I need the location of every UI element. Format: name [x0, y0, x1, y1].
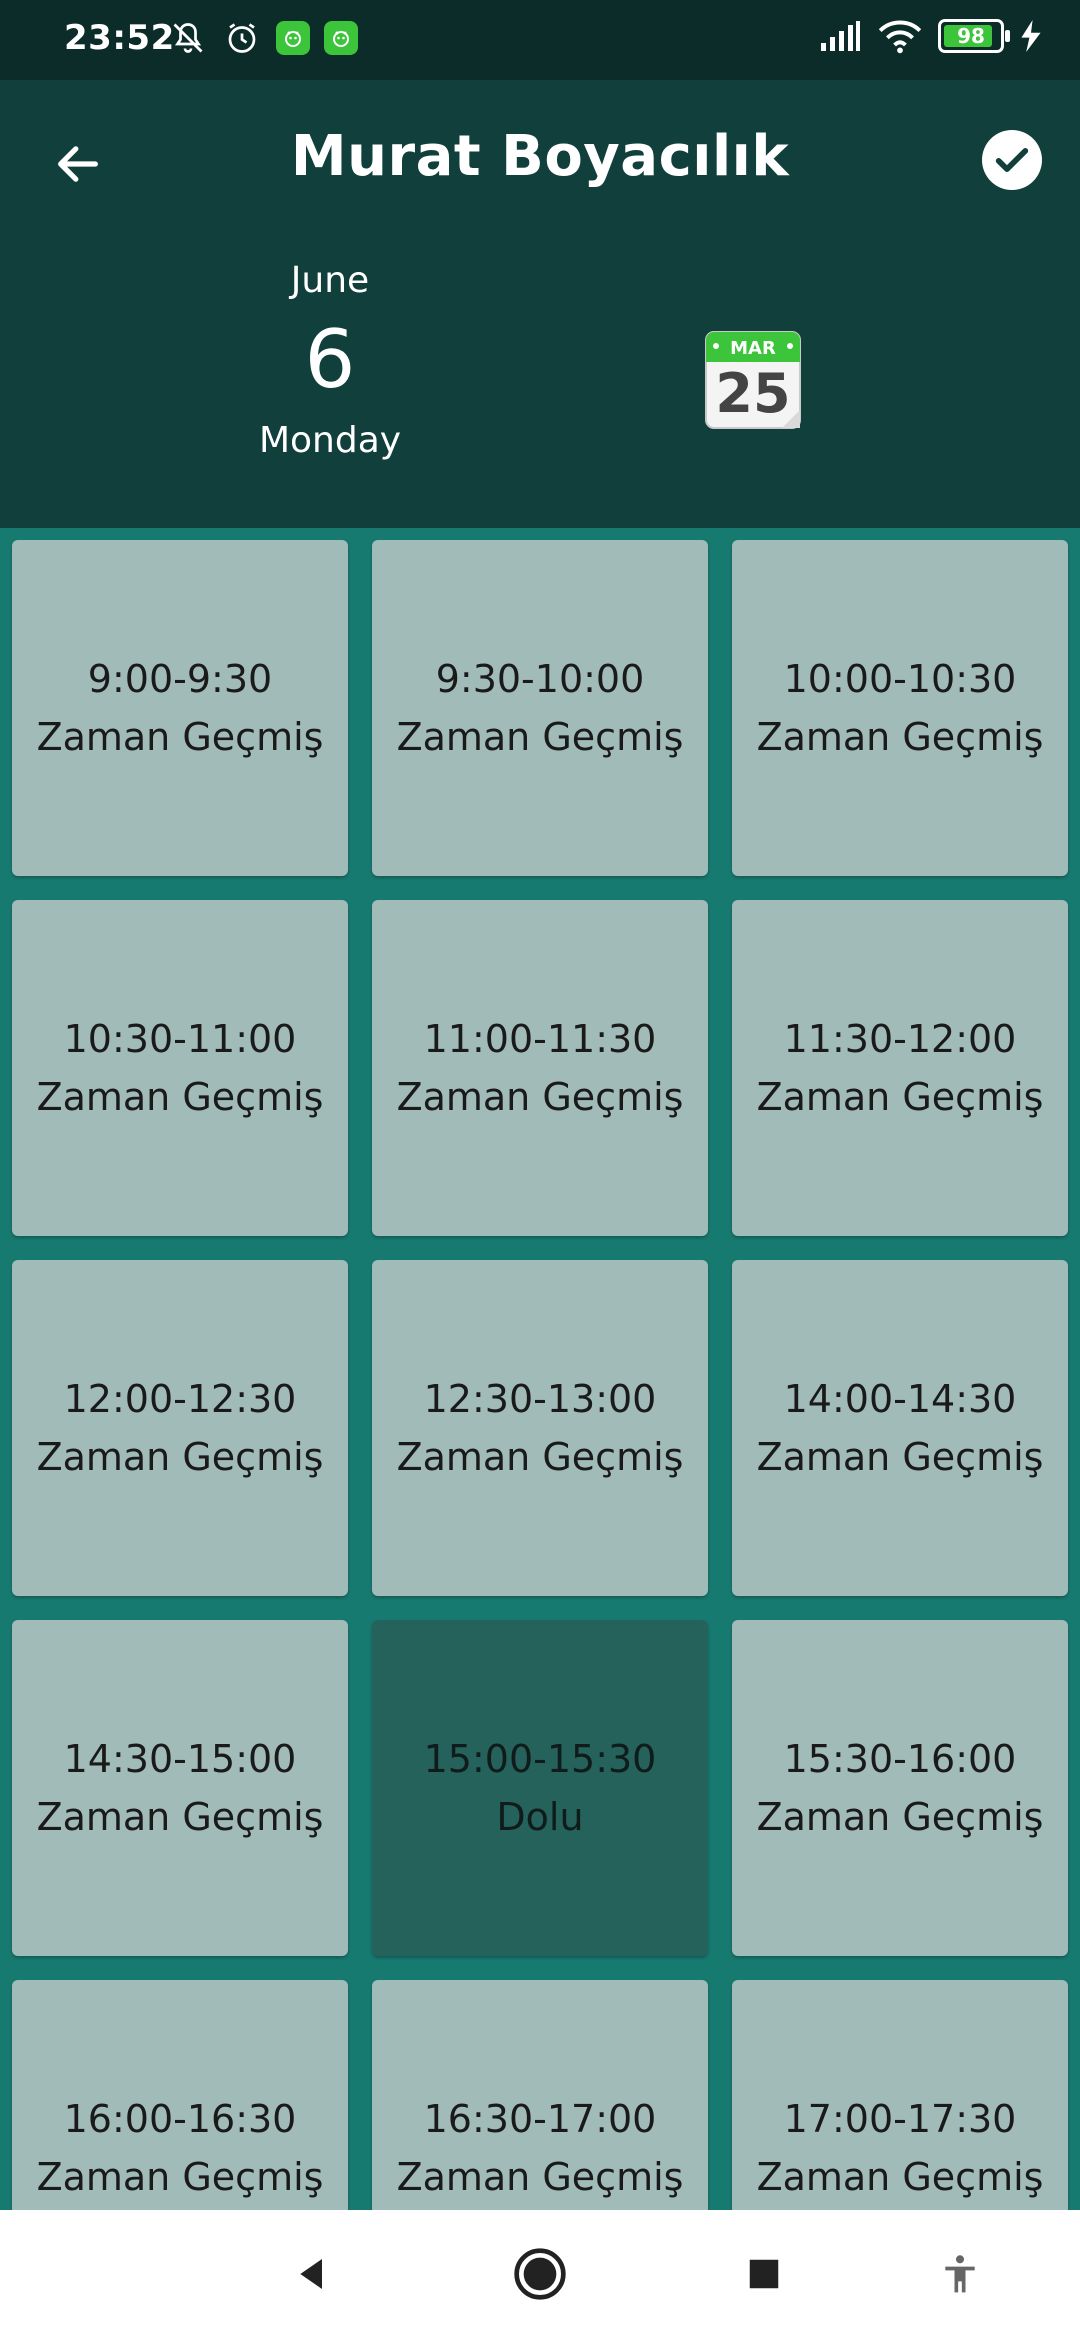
battery-icon: 98	[938, 19, 1010, 53]
slot-time: 16:30-17:00	[423, 2097, 657, 2141]
slot-time: 11:30-12:00	[783, 1017, 1017, 1061]
slot-time: 9:00-9:30	[87, 657, 273, 701]
slot-time: 14:30-15:00	[63, 1737, 297, 1781]
time-slot[interactable]: 17:00-17:30 Zaman Geçmiş	[732, 1980, 1068, 2210]
wifi-icon	[876, 16, 924, 56]
signal-icon	[818, 16, 862, 56]
time-slot[interactable]: 16:00-16:30 Zaman Geçmiş	[12, 1980, 348, 2210]
slot-status: Zaman Geçmiş	[396, 1075, 684, 1119]
system-nav-bar	[0, 2210, 1080, 2340]
slot-time: 12:00-12:30	[63, 1377, 297, 1421]
slot-status: Zaman Geçmiş	[756, 2155, 1044, 2199]
time-slot-grid: 9:00-9:30 Zaman Geçmiş 9:30-10:00 Zaman …	[0, 528, 1080, 2210]
date-weekday: Monday	[258, 420, 402, 461]
slot-status: Dolu	[496, 1795, 584, 1839]
selected-date: June 6 Monday	[210, 260, 450, 461]
slot-time: 9:30-10:00	[435, 657, 645, 701]
slot-time: 11:00-11:30	[423, 1017, 657, 1061]
date-month: June	[290, 260, 370, 301]
slot-status: Zaman Geçmiş	[36, 2155, 324, 2199]
time-slot[interactable]: 11:30-12:00 Zaman Geçmiş	[732, 900, 1068, 1236]
accessibility-icon[interactable]	[928, 2242, 992, 2306]
charging-icon	[1018, 16, 1044, 56]
slot-status: Zaman Geçmiş	[756, 715, 1044, 759]
slot-status: Zaman Geçmiş	[756, 1795, 1044, 1839]
time-slot[interactable]: 12:30-13:00 Zaman Geçmiş	[372, 1260, 708, 1596]
time-slot[interactable]: 14:00-14:30 Zaman Geçmiş	[732, 1260, 1068, 1596]
slot-time: 15:30-16:00	[783, 1737, 1017, 1781]
slot-status: Zaman Geçmiş	[396, 715, 684, 759]
app-notification-icon	[324, 21, 358, 55]
time-slot[interactable]: 16:30-17:00 Zaman Geçmiş	[372, 1980, 708, 2210]
page-title: Murat Boyacılık	[290, 124, 790, 189]
calendar-icon: MAR 25	[705, 331, 801, 429]
slot-status: Zaman Geçmiş	[36, 1435, 324, 1479]
calendar-icon-day: 25	[715, 362, 790, 425]
time-slot[interactable]: 10:00-10:30 Zaman Geçmiş	[732, 540, 1068, 876]
confirm-button[interactable]	[982, 130, 1042, 190]
slot-time: 14:00-14:30	[783, 1377, 1017, 1421]
calendar-icon-month: MAR	[730, 338, 776, 359]
slot-time: 16:00-16:30	[63, 2097, 297, 2141]
status-bar: 23:52 98	[0, 0, 1080, 80]
slot-status: Zaman Geçmiş	[36, 1795, 324, 1839]
battery-level: 98	[957, 24, 985, 48]
slot-time: 10:00-10:30	[783, 657, 1017, 701]
calendar-picker-button[interactable]: MAR 25	[704, 330, 802, 430]
time-slot[interactable]: 12:00-12:30 Zaman Geçmiş	[12, 1260, 348, 1596]
status-time: 23:52	[64, 18, 175, 58]
arrow-left-icon	[58, 146, 98, 182]
check-icon	[995, 148, 1029, 172]
slot-time: 17:00-17:30	[783, 2097, 1017, 2141]
time-slot[interactable]: 9:00-9:30 Zaman Geçmiş	[12, 540, 348, 876]
slot-status: Zaman Geçmiş	[36, 1075, 324, 1119]
time-slot[interactable]: 15:30-16:00 Zaman Geçmiş	[732, 1620, 1068, 1956]
slot-time: 15:00-15:30	[423, 1737, 657, 1781]
app-notification-icon	[276, 21, 310, 55]
date-day: 6	[304, 313, 356, 406]
status-icons-left	[168, 18, 358, 58]
time-slot-full[interactable]: 15:00-15:30 Dolu	[372, 1620, 708, 1956]
app-header: Murat Boyacılık June 6 Monday MAR 25	[0, 80, 1080, 528]
status-icons-right: 98	[818, 16, 1044, 56]
slot-status: Zaman Geçmiş	[756, 1435, 1044, 1479]
slot-status: Zaman Geçmiş	[36, 715, 324, 759]
alarm-icon	[222, 18, 262, 58]
muted-bell-icon	[168, 18, 208, 58]
slot-status: Zaman Geçmiş	[396, 1435, 684, 1479]
slot-status: Zaman Geçmiş	[756, 1075, 1044, 1119]
time-slot[interactable]: 10:30-11:00 Zaman Geçmiş	[12, 900, 348, 1236]
slot-time: 12:30-13:00	[423, 1377, 657, 1421]
time-slot[interactable]: 9:30-10:00 Zaman Geçmiş	[372, 540, 708, 876]
home-nav-icon[interactable]	[508, 2242, 572, 2306]
back-button[interactable]	[48, 134, 108, 194]
slot-status: Zaman Geçmiş	[396, 2155, 684, 2199]
time-slot[interactable]: 14:30-15:00 Zaman Geçmiş	[12, 1620, 348, 1956]
time-slot[interactable]: 11:00-11:30 Zaman Geçmiş	[372, 900, 708, 1236]
slot-time: 10:30-11:00	[63, 1017, 297, 1061]
back-nav-icon[interactable]	[280, 2242, 344, 2306]
recents-nav-icon[interactable]	[732, 2242, 796, 2306]
